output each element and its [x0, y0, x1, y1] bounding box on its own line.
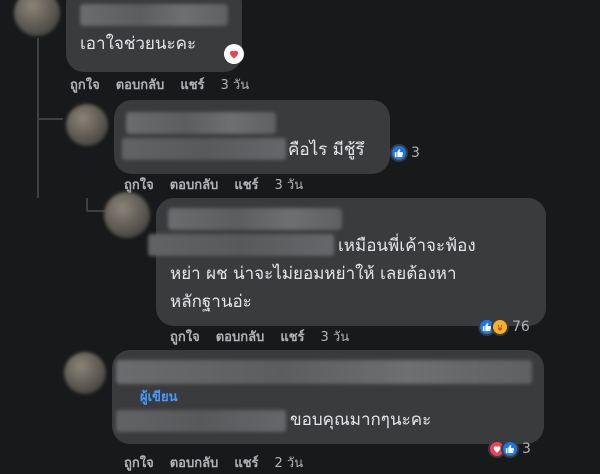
- timestamp[interactable]: 3 วัน: [275, 178, 304, 194]
- author-badge: ผู้เขียน: [140, 390, 178, 405]
- reply-action[interactable]: ตอบกลับ: [116, 78, 165, 94]
- thread-line: [86, 198, 88, 210]
- timestamp[interactable]: 3 วัน: [321, 330, 350, 346]
- comment-bubble: คือไร มีชู้รึ: [114, 100, 390, 174]
- like-action[interactable]: ถูกใจ: [124, 456, 154, 472]
- share-action[interactable]: แชร์: [234, 456, 258, 472]
- comment-actions: ถูกใจ ตอบกลับ แชร์ 3 วัน: [70, 78, 249, 94]
- reaction-count: 3: [411, 145, 420, 161]
- comment-actions: ถูกใจ ตอบกลับ แชร์ 3 วัน: [170, 330, 349, 346]
- avatar[interactable]: [66, 104, 108, 146]
- avatar[interactable]: [64, 352, 106, 394]
- comment-bubble: เหมือนพี่เค้าจะฟ้อง หย่า ผช น่าจะไม่ยอมห…: [148, 198, 546, 326]
- commenter-name-redacted[interactable]: [126, 112, 276, 134]
- comment-actions: ถูกใจ ตอบกลับ แชร์ 3 วัน: [124, 178, 303, 194]
- reply-action[interactable]: ตอบกลับ: [170, 456, 219, 472]
- avatar[interactable]: [14, 0, 60, 36]
- reply-action[interactable]: ตอบกลับ: [170, 178, 219, 194]
- reaction-count: 3: [522, 441, 531, 457]
- like-action[interactable]: ถูกใจ: [70, 78, 100, 94]
- commenter-name-redacted[interactable]: [80, 4, 228, 26]
- reply-action[interactable]: ตอบกลับ: [216, 330, 265, 346]
- commenter-name-redacted[interactable]: [168, 208, 342, 230]
- mention-redacted[interactable]: [148, 234, 334, 256]
- like-icon: [501, 440, 519, 458]
- share-action[interactable]: แชร์: [180, 78, 204, 94]
- timestamp[interactable]: 2 วัน: [275, 456, 304, 472]
- comment-text: หย่า ผช น่าจะไม่ยอมหย่าให้ เลยต้องหา: [170, 264, 457, 284]
- comment-thread: เอาใจช่วยนะคะ ถูกใจ ตอบกลับ แชร์ 3 วัน ค…: [0, 0, 600, 474]
- comment-bubble: ผู้เขียน ขอบคุณมากๆนะคะ: [112, 350, 544, 444]
- commenter-name-redacted[interactable]: [116, 360, 532, 384]
- reaction-summary[interactable]: 3: [488, 440, 531, 458]
- share-action[interactable]: แชร์: [280, 330, 304, 346]
- like-action[interactable]: ถูกใจ: [170, 330, 200, 346]
- avatar[interactable]: [104, 192, 150, 238]
- comment-actions: ถูกใจ ตอบกลับ แชร์ 2 วัน: [124, 456, 303, 472]
- thread-line: [86, 210, 106, 212]
- comment-text: คือไร มีชู้รึ: [288, 140, 365, 160]
- comment-text: หลักฐานอ่ะ: [170, 292, 252, 312]
- reaction-count: 76: [512, 319, 530, 335]
- heart-icon[interactable]: [224, 44, 244, 64]
- mention-redacted[interactable]: [122, 138, 286, 160]
- mention-redacted[interactable]: [116, 410, 286, 432]
- reaction-summary[interactable]: 76: [478, 318, 530, 336]
- reaction-summary[interactable]: 3: [390, 144, 420, 162]
- like-icon: [390, 144, 408, 162]
- comment-bubble: เอาใจช่วยนะคะ: [66, 0, 242, 72]
- comment-text: ขอบคุณมากๆนะคะ: [290, 410, 432, 430]
- comment-text: เอาใจช่วยนะคะ: [80, 34, 197, 54]
- timestamp[interactable]: 3 วัน: [221, 78, 250, 94]
- thread-line: [37, 118, 63, 120]
- share-action[interactable]: แชร์: [234, 178, 258, 194]
- care-icon: [491, 318, 509, 336]
- comment-text: เหมือนพี่เค้าจะฟ้อง: [338, 236, 476, 256]
